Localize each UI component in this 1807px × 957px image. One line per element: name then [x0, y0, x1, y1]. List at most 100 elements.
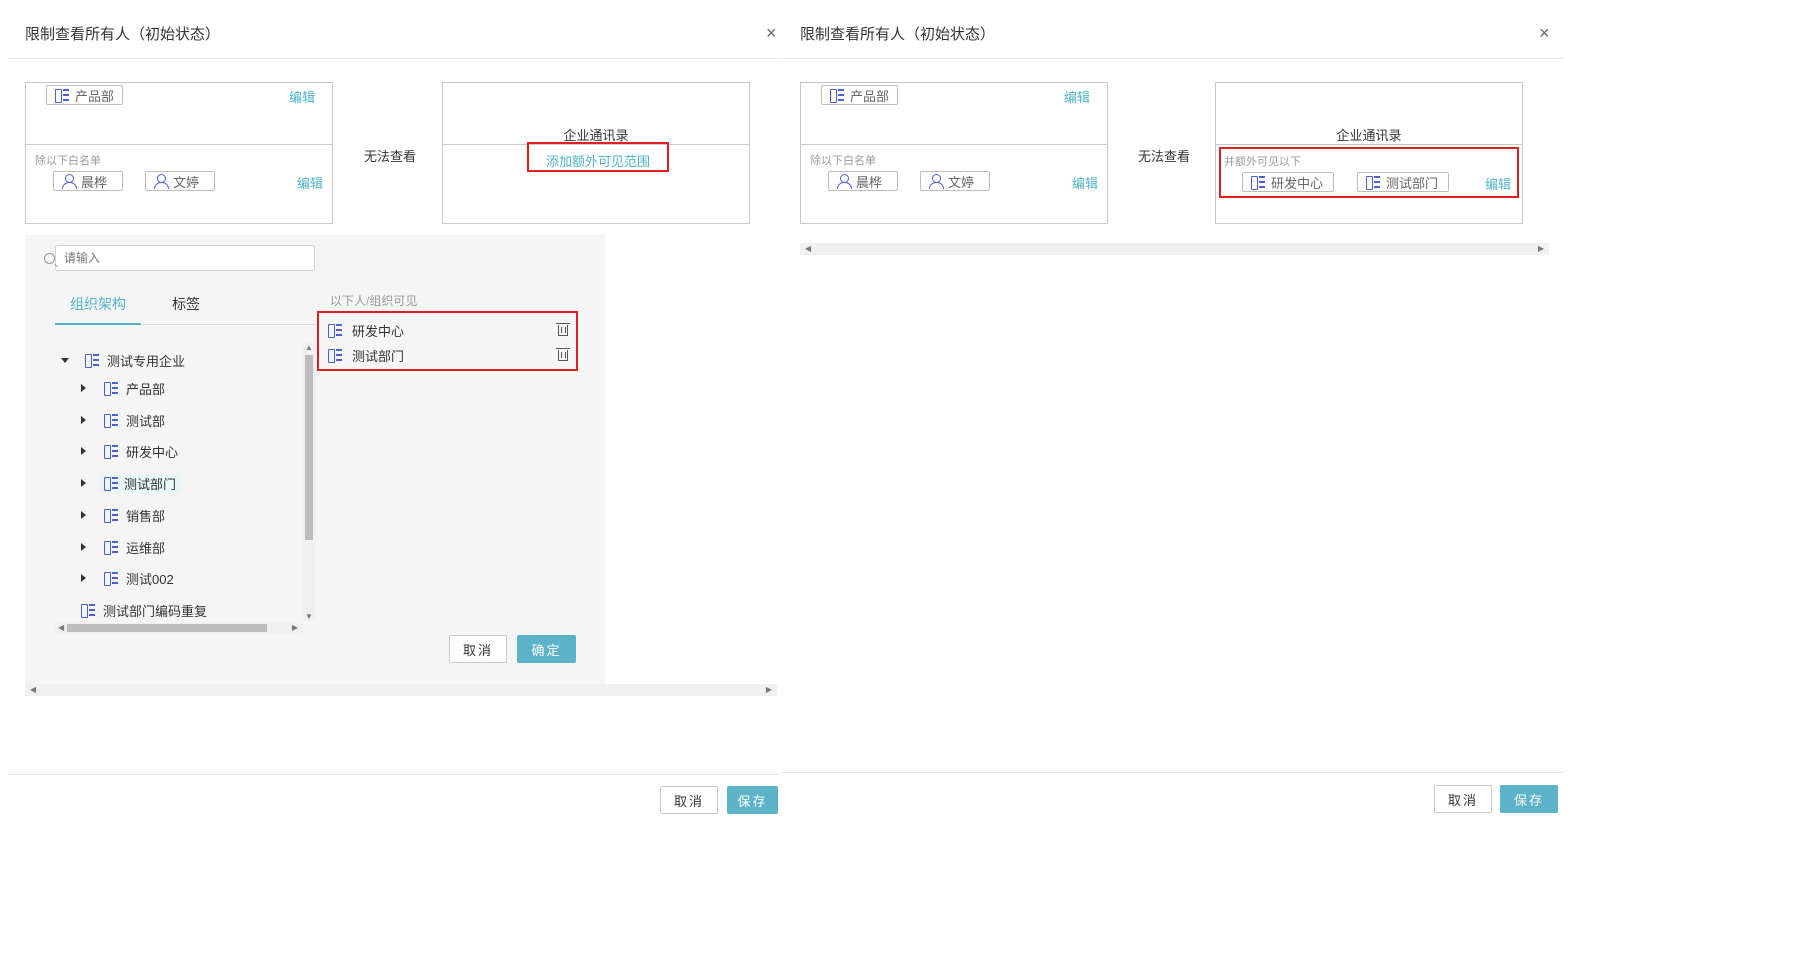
chip-label: 产品部: [75, 88, 115, 104]
divider: [8, 58, 778, 59]
search-input[interactable]: [64, 250, 284, 266]
tree-node[interactable]: 研发中心: [81, 440, 178, 462]
edit-whitelist-link[interactable]: 编辑: [1072, 173, 1098, 192]
scroll-right-icon[interactable]: ▶: [766, 685, 772, 694]
org-icon: [55, 88, 69, 103]
close-icon[interactable]: ×: [1539, 24, 1550, 42]
selected-list: 研发中心 测试部门: [317, 311, 578, 371]
tree-node-label: 测试部门编码重复: [103, 603, 208, 619]
footer-cancel-button[interactable]: 取消: [1434, 785, 1492, 813]
tree-node[interactable]: 产品部: [81, 377, 165, 399]
org-icon: [85, 353, 99, 368]
picker-confirm-button[interactable]: 确定: [517, 635, 576, 663]
footer-cancel-button[interactable]: 取消: [660, 786, 718, 814]
tree-node-label: 测试部门: [124, 476, 177, 492]
caret-right-icon[interactable]: [81, 543, 86, 551]
tree-node[interactable]: 测试部门编码重复: [81, 599, 207, 621]
caret-right-icon[interactable]: [81, 574, 86, 582]
close-icon[interactable]: ×: [766, 24, 777, 42]
org-icon: [104, 571, 118, 586]
org-icon: [328, 323, 342, 338]
restricted-scope-box: 产品部 编辑 除以下白名单 晨桦 文婷 编辑: [25, 82, 333, 224]
scroll-down-icon[interactable]: ▼: [305, 612, 313, 621]
user-icon: [837, 174, 852, 189]
chip-label: 文婷: [173, 174, 200, 190]
caret-right-icon[interactable]: [81, 511, 86, 519]
caret-right-icon[interactable]: [81, 447, 86, 455]
org-icon: [830, 88, 844, 103]
extra-scope-label: 并额外可见以下: [1224, 156, 1301, 168]
cannot-view-label: 无法查看: [364, 149, 417, 164]
edit-scope-link[interactable]: 编辑: [289, 87, 315, 106]
directory-title: 企业通讯录: [1336, 128, 1402, 143]
edit-whitelist-link[interactable]: 编辑: [297, 173, 323, 192]
scroll-left-icon[interactable]: ◀: [30, 685, 36, 694]
org-icon: [81, 603, 95, 618]
user-icon: [154, 174, 169, 189]
visible-list-label: 以下人/组织可见: [330, 294, 418, 308]
whitelist-user-chip: 晨桦: [53, 171, 123, 191]
tree-node-hovered[interactable]: 测试部门: [81, 472, 182, 494]
caret-down-icon[interactable]: [61, 357, 69, 363]
footer-save-button[interactable]: 保存: [727, 786, 778, 814]
tree-node-label: 测试部: [126, 413, 166, 429]
scroll-right-icon[interactable]: ▶: [292, 623, 298, 632]
selected-item-label: 研发中心: [352, 323, 405, 339]
selected-item: 研发中心: [328, 319, 570, 341]
cannot-view-label: 无法查看: [1138, 149, 1191, 164]
org-icon: [1251, 175, 1265, 190]
org-tree: 测试专用企业 产品部 测试部 研发中心 测试部门 销售部 运维部 测试002 测…: [55, 345, 305, 625]
tree-node[interactable]: 销售部: [81, 504, 165, 526]
whitelist-label: 除以下白名单: [35, 155, 101, 167]
scroll-left-icon[interactable]: ◀: [805, 244, 811, 253]
box-divider: [26, 144, 332, 145]
tree-node[interactable]: 测试002: [81, 567, 174, 589]
chip-label: 文婷: [948, 174, 975, 190]
delete-icon[interactable]: [556, 322, 570, 336]
caret-right-icon[interactable]: [81, 416, 86, 424]
scroll-up-icon[interactable]: ▲: [305, 343, 313, 352]
scroll-right-icon[interactable]: ▶: [1538, 244, 1544, 253]
whitelist-user-chip: 晨桦: [828, 171, 898, 191]
tree-node-root[interactable]: 测试专用企业: [61, 349, 185, 371]
scrollbar-thumb[interactable]: [67, 624, 267, 632]
user-icon: [929, 174, 944, 189]
restricted-scope-box: 产品部 编辑 除以下白名单 晨桦 文婷 编辑: [800, 82, 1108, 224]
extra-scope-highlight: 并额外可见以下 研发中心 测试部门 编辑: [1219, 147, 1519, 198]
tree-node[interactable]: 测试部: [81, 409, 165, 431]
whitelist-label: 除以下白名单: [810, 155, 876, 167]
scope-chip: 产品部: [46, 85, 124, 105]
search-icon[interactable]: [44, 253, 55, 264]
chip-label: 研发中心: [1271, 175, 1324, 191]
edit-scope-link[interactable]: 编辑: [1064, 87, 1090, 106]
scroll-left-icon[interactable]: ◀: [58, 623, 64, 632]
tree-node-label: 测试002: [126, 571, 174, 587]
delete-icon[interactable]: [556, 347, 570, 361]
chip-label: 晨桦: [81, 174, 108, 190]
chip-label: 测试部门: [1386, 175, 1439, 191]
tree-vertical-scrollbar[interactable]: ▲ ▼: [303, 343, 315, 621]
picker-cancel-button[interactable]: 取消: [449, 635, 507, 663]
tree-node-label: 产品部: [126, 381, 166, 397]
chip-label: 晨桦: [856, 174, 883, 190]
dialog-horizontal-scrollbar[interactable]: ◀ ▶: [800, 243, 1549, 255]
caret-right-icon[interactable]: [81, 384, 86, 392]
user-icon: [62, 174, 77, 189]
footer-save-button[interactable]: 保存: [1500, 785, 1558, 813]
hover-highlight: 测试部门: [99, 473, 182, 493]
tab-tags[interactable]: 标签: [172, 294, 200, 314]
tree-horizontal-scrollbar[interactable]: ◀ ▶: [55, 623, 303, 633]
tree-node-label: 研发中心: [126, 444, 179, 460]
tab-org-structure[interactable]: 组织架构: [70, 294, 126, 314]
add-extra-scope-link[interactable]: 添加额外可见范围: [527, 151, 669, 170]
whitelist-user-chip: 文婷: [145, 171, 215, 191]
scrollbar-thumb[interactable]: [305, 355, 313, 540]
caret-right-icon[interactable]: [81, 479, 86, 487]
dialog-horizontal-scrollbar[interactable]: ◀ ▶: [25, 684, 777, 696]
tree-node-label: 测试专用企业: [107, 353, 186, 369]
tree-node[interactable]: 运维部: [81, 536, 165, 558]
org-icon: [104, 476, 118, 491]
box-divider: [801, 144, 1107, 145]
edit-extra-scope-link[interactable]: 编辑: [1485, 174, 1511, 193]
search-box[interactable]: [44, 245, 315, 271]
